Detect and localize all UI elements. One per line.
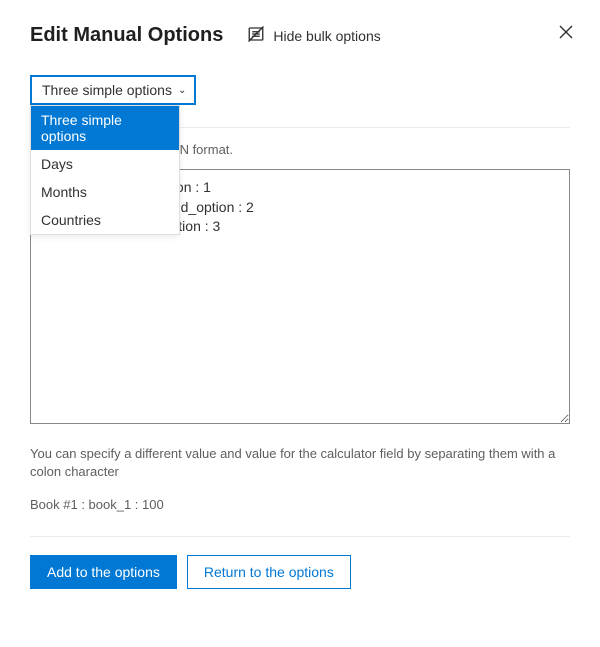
bottom-divider [30, 536, 570, 537]
dropdown-item-days[interactable]: Days [31, 150, 179, 178]
dropdown-selected-label: Three simple options [42, 82, 172, 98]
dropdown-item-months[interactable]: Months [31, 178, 179, 206]
hide-bulk-label: Hide bulk options [273, 28, 380, 44]
dropdown-item-three-simple[interactable]: Three simple options [31, 106, 179, 150]
hide-bulk-icon [247, 25, 265, 46]
close-button[interactable] [556, 24, 576, 44]
return-to-options-button[interactable]: Return to the options [187, 555, 351, 589]
page-title: Edit Manual Options [30, 24, 223, 47]
dropdown-menu: Three simple options Days Months Countri… [30, 105, 180, 235]
add-to-options-button[interactable]: Add to the options [30, 555, 177, 589]
chevron-down-icon: ⌄ [178, 85, 186, 96]
dropdown-item-countries[interactable]: Countries [31, 206, 179, 234]
close-icon [558, 24, 574, 45]
hide-bulk-options-button[interactable]: Hide bulk options [247, 25, 380, 46]
example-text: Book #1 : book_1 : 100 [30, 497, 570, 512]
template-dropdown[interactable]: Three simple options ⌄ [30, 75, 196, 105]
help-text: You can specify a different value and va… [30, 445, 570, 481]
